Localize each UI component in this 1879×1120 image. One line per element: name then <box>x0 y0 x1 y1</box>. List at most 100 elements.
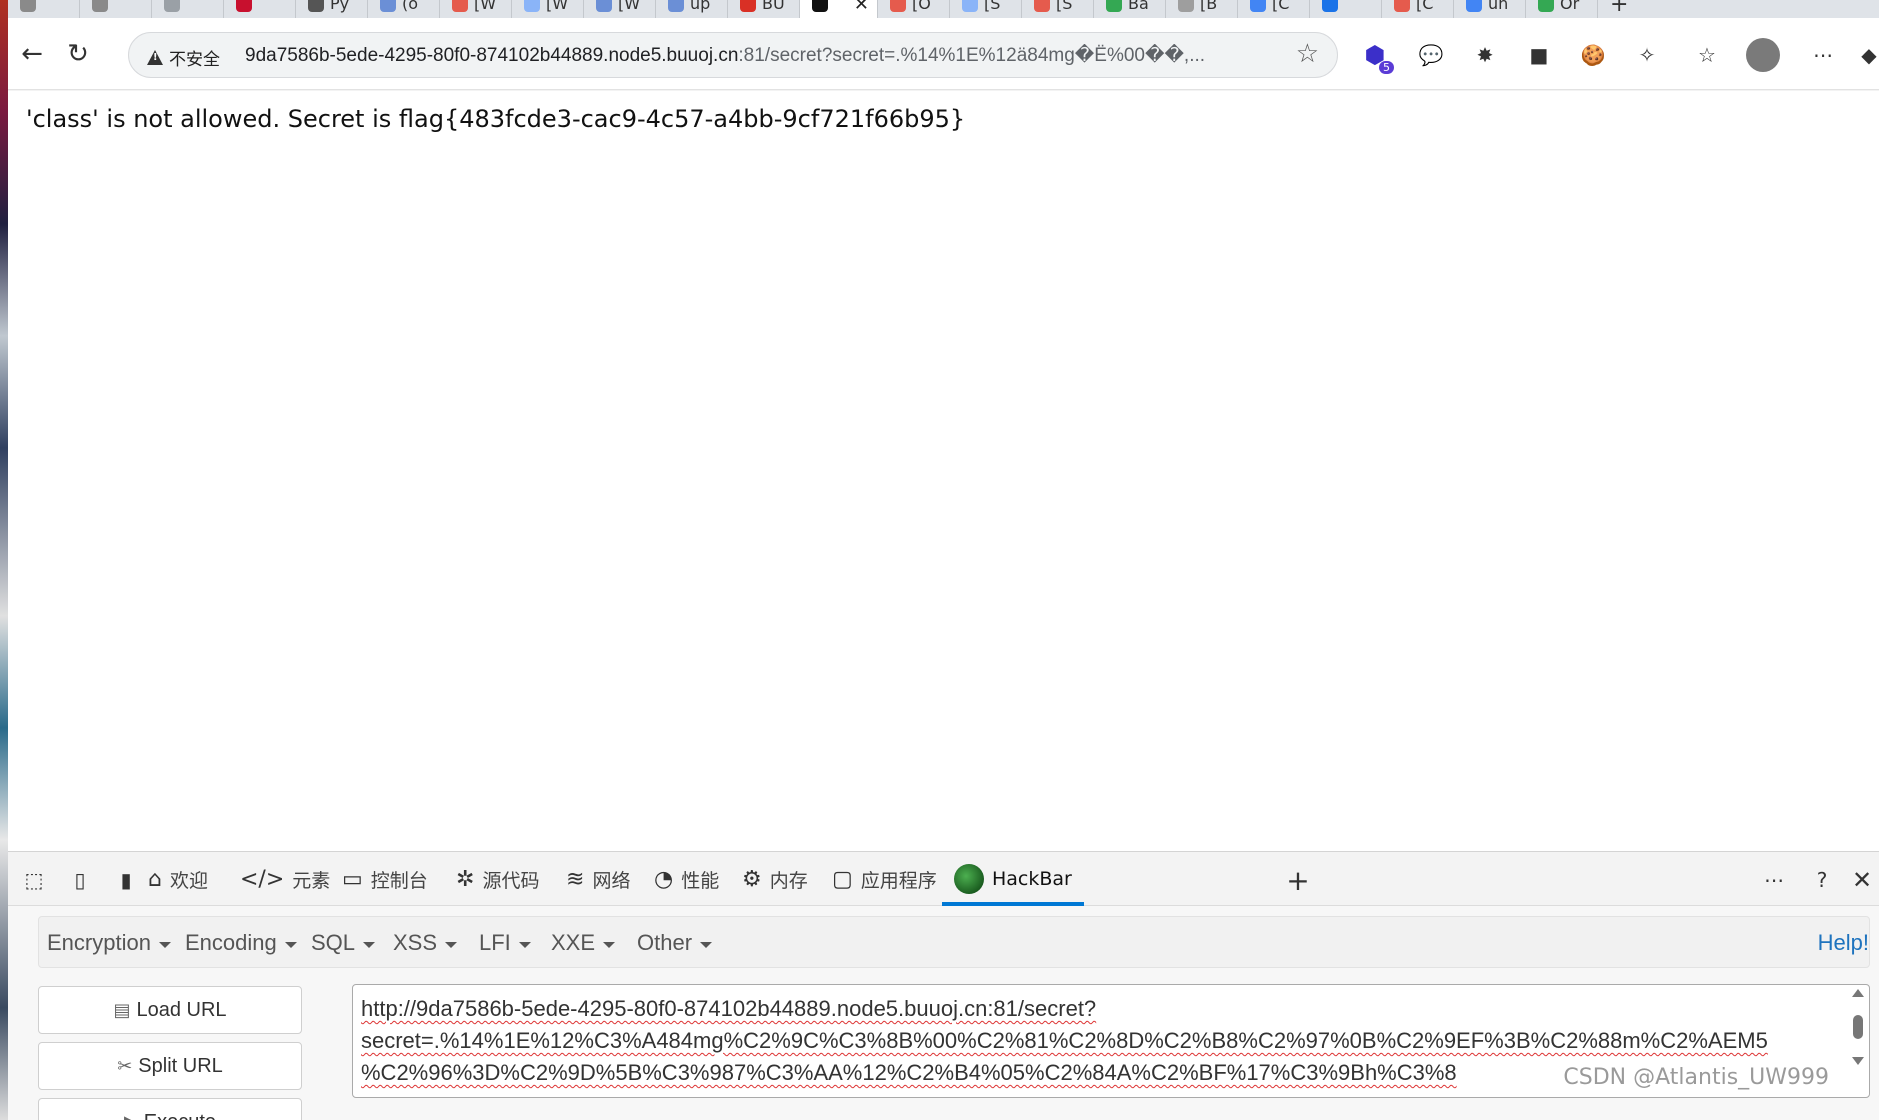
security-label: 不安全 <box>169 50 220 70</box>
tab-favicon-icon <box>380 0 396 12</box>
tab-favicon-icon <box>524 0 540 12</box>
browser-tab[interactable]: [W <box>584 0 656 18</box>
browser-tab[interactable]: [W <box>512 0 584 18</box>
favorites-list-icon[interactable]: ☆ <box>1692 40 1722 70</box>
hackbar-menu-other[interactable]: Other <box>637 917 713 969</box>
profile-avatar[interactable] <box>1746 38 1780 72</box>
browser-tab[interactable]: up <box>656 0 728 18</box>
browser-tab[interactable] <box>152 0 224 18</box>
url-text[interactable]: 9da7586b-5ede-4295-80f0-874102b44889.nod… <box>245 44 1285 67</box>
browser-tab[interactable]: Py <box>296 0 368 18</box>
load-url-button[interactable]: ▤ Load URL <box>38 986 302 1034</box>
browser-tab[interactable]: (o <box>368 0 440 18</box>
scissors-icon: ✂ <box>117 1055 133 1077</box>
hackbar-menu: Encryption Encoding SQL XSS LFI XXE Other Help… <box>38 916 1870 968</box>
split-url-button[interactable]: ✂ Split URL <box>38 1042 302 1090</box>
watermark-text: CSDN @Atlantis_UW999 <box>1563 1065 1829 1090</box>
textarea-scrollbar[interactable] <box>1847 985 1869 1097</box>
browser-tab[interactable]: Or <box>1526 0 1598 18</box>
address-bar[interactable]: 不安全 9da7586b-5ede-4295-80f0-874102b44889… <box>128 32 1338 78</box>
tab-favicon-icon <box>1178 0 1194 12</box>
network-icon: ≋ <box>566 866 585 892</box>
inspect-element-icon[interactable]: ⬚ <box>20 866 48 894</box>
browser-tab[interactable]: ✕ <box>800 0 878 18</box>
url-path: :81/secret?secret=.%14%1E%12ä84mg�Ë%00��… <box>738 45 1206 66</box>
scroll-up-icon[interactable] <box>1852 989 1864 997</box>
browser-tab[interactable]: Ba <box>1094 0 1166 18</box>
browser-tab[interactable]: [W <box>440 0 512 18</box>
help-link[interactable]: Help! <box>1818 917 1869 969</box>
tab-title: Ba <box>1128 0 1149 13</box>
menu-label: XSS <box>393 930 438 955</box>
new-tab-button[interactable]: + <box>1598 0 1638 18</box>
caret-down-icon <box>363 941 376 948</box>
help-circle-icon[interactable]: ? <box>1808 866 1836 894</box>
hackbar-menu-xss[interactable]: XSS <box>393 917 458 969</box>
dock-side-icon[interactable]: ▮ <box>112 866 140 894</box>
browser-tab[interactable] <box>224 0 296 18</box>
hackbar-menu-encoding[interactable]: Encoding <box>185 917 297 969</box>
browser-tab[interactable]: [C <box>1382 0 1454 18</box>
browser-tab[interactable]: [C <box>1238 0 1310 18</box>
devtools-tab-welcome[interactable]: ⌂ 欢迎 <box>148 852 208 906</box>
add-tool-icon[interactable]: + <box>1284 864 1312 897</box>
devtools-tab-performance[interactable]: ◔ 性能 <box>654 852 719 906</box>
scroll-down-icon[interactable] <box>1852 1057 1864 1065</box>
cookie-icon[interactable]: 🍪 <box>1578 40 1608 70</box>
security-indicator[interactable]: 不安全 <box>147 45 220 70</box>
favorite-star-icon[interactable]: ☆ <box>1296 39 1319 69</box>
puzzle-extensions-icon[interactable]: ✧ <box>1632 40 1662 70</box>
devtools-tab-console[interactable]: ▭ 控制台 <box>342 852 428 906</box>
close-devtools-icon[interactable]: ✕ <box>1848 866 1876 894</box>
browser-window: Py (o [W [W [W up BU ✕ [O [S [S Ba [B [C [C un Or + ← ↻ 不… <box>0 0 1879 1120</box>
back-arrow-icon[interactable]: ← <box>14 36 50 72</box>
browser-tab[interactable]: [B <box>1166 0 1238 18</box>
chat-bubble-icon[interactable]: 💬 <box>1416 40 1446 70</box>
caret-down-icon <box>700 941 713 948</box>
plus-icon: + <box>1610 0 1629 17</box>
copilot-icon[interactable]: ◆ <box>1854 40 1879 70</box>
hackbar-menu-xxe[interactable]: XXE <box>551 917 616 969</box>
reload-icon[interactable]: ↻ <box>60 36 96 72</box>
browser-tab[interactable] <box>8 0 80 18</box>
more-menu-icon[interactable]: ⋯ <box>1808 40 1838 70</box>
browser-tab[interactable]: [S <box>1022 0 1094 18</box>
close-tab-icon[interactable]: ✕ <box>854 0 869 15</box>
hackbar-logo-icon <box>954 864 984 894</box>
devtools-tab-application[interactable]: ▢ 应用程序 <box>832 852 937 906</box>
tab-title: [B <box>1200 0 1218 13</box>
device-toolbar-icon[interactable]: ▯ <box>66 866 94 894</box>
hackbar-url-textarea[interactable]: http://9da7586b-5ede-4295-80f0-874102b44… <box>352 984 1870 1098</box>
scroll-thumb[interactable] <box>1853 1015 1863 1039</box>
tab-favicon-icon <box>596 0 612 12</box>
browser-tab[interactable] <box>1310 0 1382 18</box>
hackbar-menu-encryption[interactable]: Encryption <box>47 917 171 969</box>
paint-splash-icon[interactable]: ✸ <box>1470 40 1500 70</box>
caret-down-icon <box>158 941 171 948</box>
devtools-tab-hackbar[interactable]: HackBar <box>942 852 1084 906</box>
tab-title: [C <box>1416 0 1434 13</box>
browser-tab[interactable]: [S <box>950 0 1022 18</box>
browser-tab[interactable] <box>80 0 152 18</box>
tab-title: [O <box>912 0 931 13</box>
browser-tab[interactable]: un <box>1454 0 1526 18</box>
application-icon: ▢ <box>832 866 853 892</box>
hackbar-menu-lfi[interactable]: LFI <box>479 917 531 969</box>
devtools-tab-sources[interactable]: ✲ 源代码 <box>456 852 539 906</box>
execute-button[interactable]: ▶ Execute <box>38 1098 302 1120</box>
browser-tab[interactable]: BU <box>728 0 800 18</box>
menu-label: LFI <box>479 930 511 955</box>
tab-title: [C <box>1272 0 1290 13</box>
hackbar-menu-sql[interactable]: SQL <box>311 917 376 969</box>
devtools-tab-network[interactable]: ≋ 网络 <box>566 852 630 906</box>
caret-down-icon <box>518 941 531 948</box>
devtools-tab-elements[interactable]: </> 元素 <box>240 852 330 906</box>
devtools-tab-memory[interactable]: ⚙ 内存 <box>742 852 808 906</box>
tab-favicon-icon <box>812 0 828 12</box>
dual-square-icon[interactable]: ■ <box>1524 40 1554 70</box>
devtools-more-icon[interactable]: ⋯ <box>1760 866 1788 894</box>
extension-badge: 5 <box>1379 61 1394 74</box>
extension-shield-icon[interactable]: ⬢ 5 <box>1360 40 1394 74</box>
browser-tab[interactable]: [O <box>878 0 950 18</box>
load-icon: ▤ <box>113 999 131 1021</box>
